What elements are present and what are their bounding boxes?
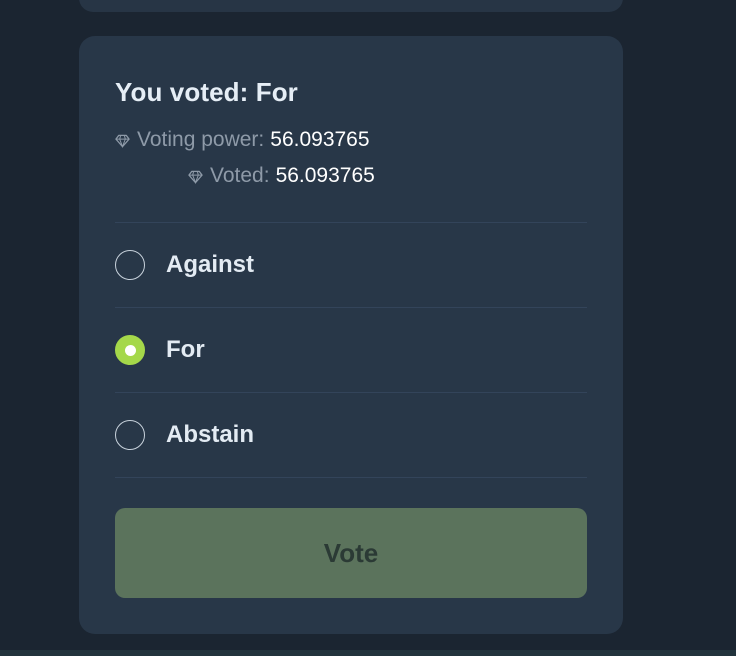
radio-for[interactable]: [115, 335, 145, 365]
divider: [115, 222, 587, 223]
divider: [115, 307, 587, 308]
option-against-label: Against: [166, 251, 255, 278]
diamond-icon: [115, 134, 130, 148]
page: You voted: For Voting power: 56.093765 V…: [0, 0, 736, 656]
voted-label: Voted:: [210, 164, 270, 187]
voted-value: 56.093765: [275, 164, 375, 187]
option-abstain[interactable]: Abstain: [115, 405, 587, 465]
option-abstain-label: Abstain: [166, 421, 255, 448]
voting-power-label: Voting power:: [137, 128, 265, 151]
vote-status-title: You voted: For: [115, 77, 298, 107]
radio-abstain[interactable]: [115, 420, 145, 450]
vote-button[interactable]: Vote: [115, 508, 587, 598]
divider: [115, 477, 587, 478]
bottom-edge: [0, 650, 736, 656]
option-for[interactable]: For: [115, 320, 587, 380]
option-for-label: For: [166, 336, 205, 363]
option-against[interactable]: Against: [115, 235, 587, 295]
divider: [115, 392, 587, 393]
vote-card: You voted: For Voting power: 56.093765 V…: [79, 36, 623, 634]
previous-card: [79, 0, 623, 12]
voting-power-value: 56.093765: [270, 128, 370, 151]
voted-amount-row: Voted: 56.093765: [188, 164, 375, 188]
radio-against[interactable]: [115, 250, 145, 280]
diamond-icon: [188, 170, 203, 184]
radio-dot: [124, 344, 136, 356]
voting-power-row: Voting power: 56.093765: [115, 128, 370, 152]
